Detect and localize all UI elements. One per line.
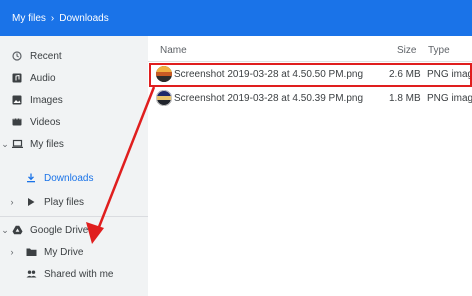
annotation-arrow xyxy=(86,86,156,244)
